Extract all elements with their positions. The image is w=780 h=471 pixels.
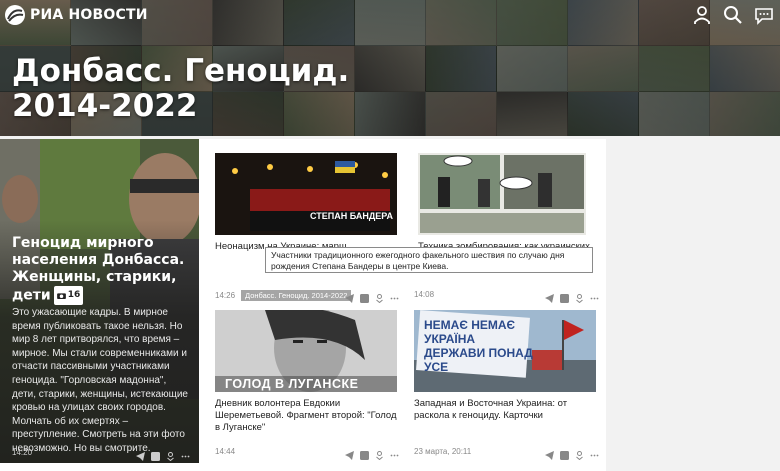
vk-icon[interactable] [360, 290, 369, 303]
card-image: НЕМАЄ НЕМАЄ УКРАЇНА ДЕРЖАВИ ПОНАД УСЕ [414, 310, 596, 392]
telegram-icon[interactable] [545, 447, 554, 460]
telegram-icon[interactable] [136, 448, 145, 461]
card-time: 23 марта, 20:11 [414, 447, 472, 456]
camera-icon [56, 293, 66, 299]
ok-icon[interactable] [375, 447, 384, 461]
vk-icon[interactable] [151, 448, 160, 461]
article-card[interactable]: ГОЛОД В ЛУГАНСКЕ Дневник волонтера Евдок… [215, 310, 401, 434]
gallery-badge: 16 [53, 286, 84, 305]
more-icon[interactable] [590, 290, 599, 300]
ok-icon[interactable] [375, 290, 384, 304]
ok-icon[interactable] [575, 290, 584, 304]
vk-icon[interactable] [560, 447, 569, 460]
telegram-icon[interactable] [345, 447, 354, 460]
vk-icon[interactable] [360, 447, 369, 460]
card-share [345, 290, 399, 304]
card-time: 14:26 Донбасс. Геноцид. 2014-2022 [215, 290, 352, 301]
card-image-caption: ГОЛОД В ЛУГАНСКЕ [225, 377, 359, 391]
card-share [545, 447, 599, 461]
chat-icon[interactable] [754, 5, 774, 25]
card-share [345, 447, 399, 461]
ok-icon[interactable] [575, 447, 584, 461]
ok-icon[interactable] [166, 448, 175, 462]
card-image-caption: СТЕПАН БАНДЕРА [310, 211, 393, 221]
card-image: ГОЛОД В ЛУГАНСКЕ [215, 310, 397, 392]
card-title[interactable]: Дневник волонтера Евдокии Шереметьевой. … [215, 398, 397, 434]
user-icon[interactable] [692, 5, 712, 25]
hero-collage: РИА НОВОСТИ Донбасс. Геноцид. 2014-2022 [0, 0, 780, 136]
page-title: Донбасс. Геноцид. 2014-2022 [12, 53, 350, 124]
ria-logo-icon [5, 5, 25, 25]
ria-logo[interactable]: РИА НОВОСТИ [4, 4, 148, 26]
feature-card[interactable]: Геноцид мирного населения Донбасса. Женщ… [0, 139, 199, 463]
logo-text: РИА НОВОСТИ [30, 7, 148, 23]
article-card[interactable]: Техника зомбирования: как украинских [418, 153, 604, 253]
page: РИА НОВОСТИ Донбасс. Геноцид. 2014-2022 [0, 0, 780, 471]
vk-icon[interactable] [560, 290, 569, 303]
feature-time: 14:20 [12, 448, 33, 457]
card-time: 14:08 [414, 290, 435, 299]
more-icon[interactable] [390, 447, 399, 457]
search-icon[interactable] [723, 5, 743, 25]
image-tooltip: Участники традиционного ежегодного факел… [265, 247, 593, 273]
article-card[interactable]: НЕМАЄ НЕМАЄ УКРАЇНА ДЕРЖАВИ ПОНАД УСЕ За… [414, 310, 600, 422]
more-icon[interactable] [390, 290, 399, 300]
card-image-caption: НЕМАЄ НЕМАЄ УКРАЇНА ДЕРЖАВИ ПОНАД УСЕ [424, 318, 533, 374]
card-time: 14:44 [215, 447, 236, 456]
card-tag[interactable]: Донбасс. Геноцид. 2014-2022 [241, 290, 352, 301]
feature-title[interactable]: Геноцид мирного населения Донбасса. Женщ… [12, 235, 192, 305]
telegram-icon[interactable] [545, 290, 554, 303]
feature-share [136, 448, 190, 462]
card-title[interactable]: Западная и Восточная Украина: от раскола… [414, 398, 596, 422]
more-icon[interactable] [181, 448, 190, 458]
article-card[interactable]: СТЕПАН БАНДЕРА Неонацизм на Украине: мар… [215, 153, 401, 253]
header-actions [692, 5, 774, 25]
card-image [418, 153, 600, 235]
feature-lead: Это ужасающие кадры. В мирное время публ… [12, 307, 188, 454]
card-share [545, 290, 599, 304]
card-image: СТЕПАН БАНДЕРА [215, 153, 397, 235]
telegram-icon[interactable] [345, 290, 354, 303]
more-icon[interactable] [590, 447, 599, 457]
